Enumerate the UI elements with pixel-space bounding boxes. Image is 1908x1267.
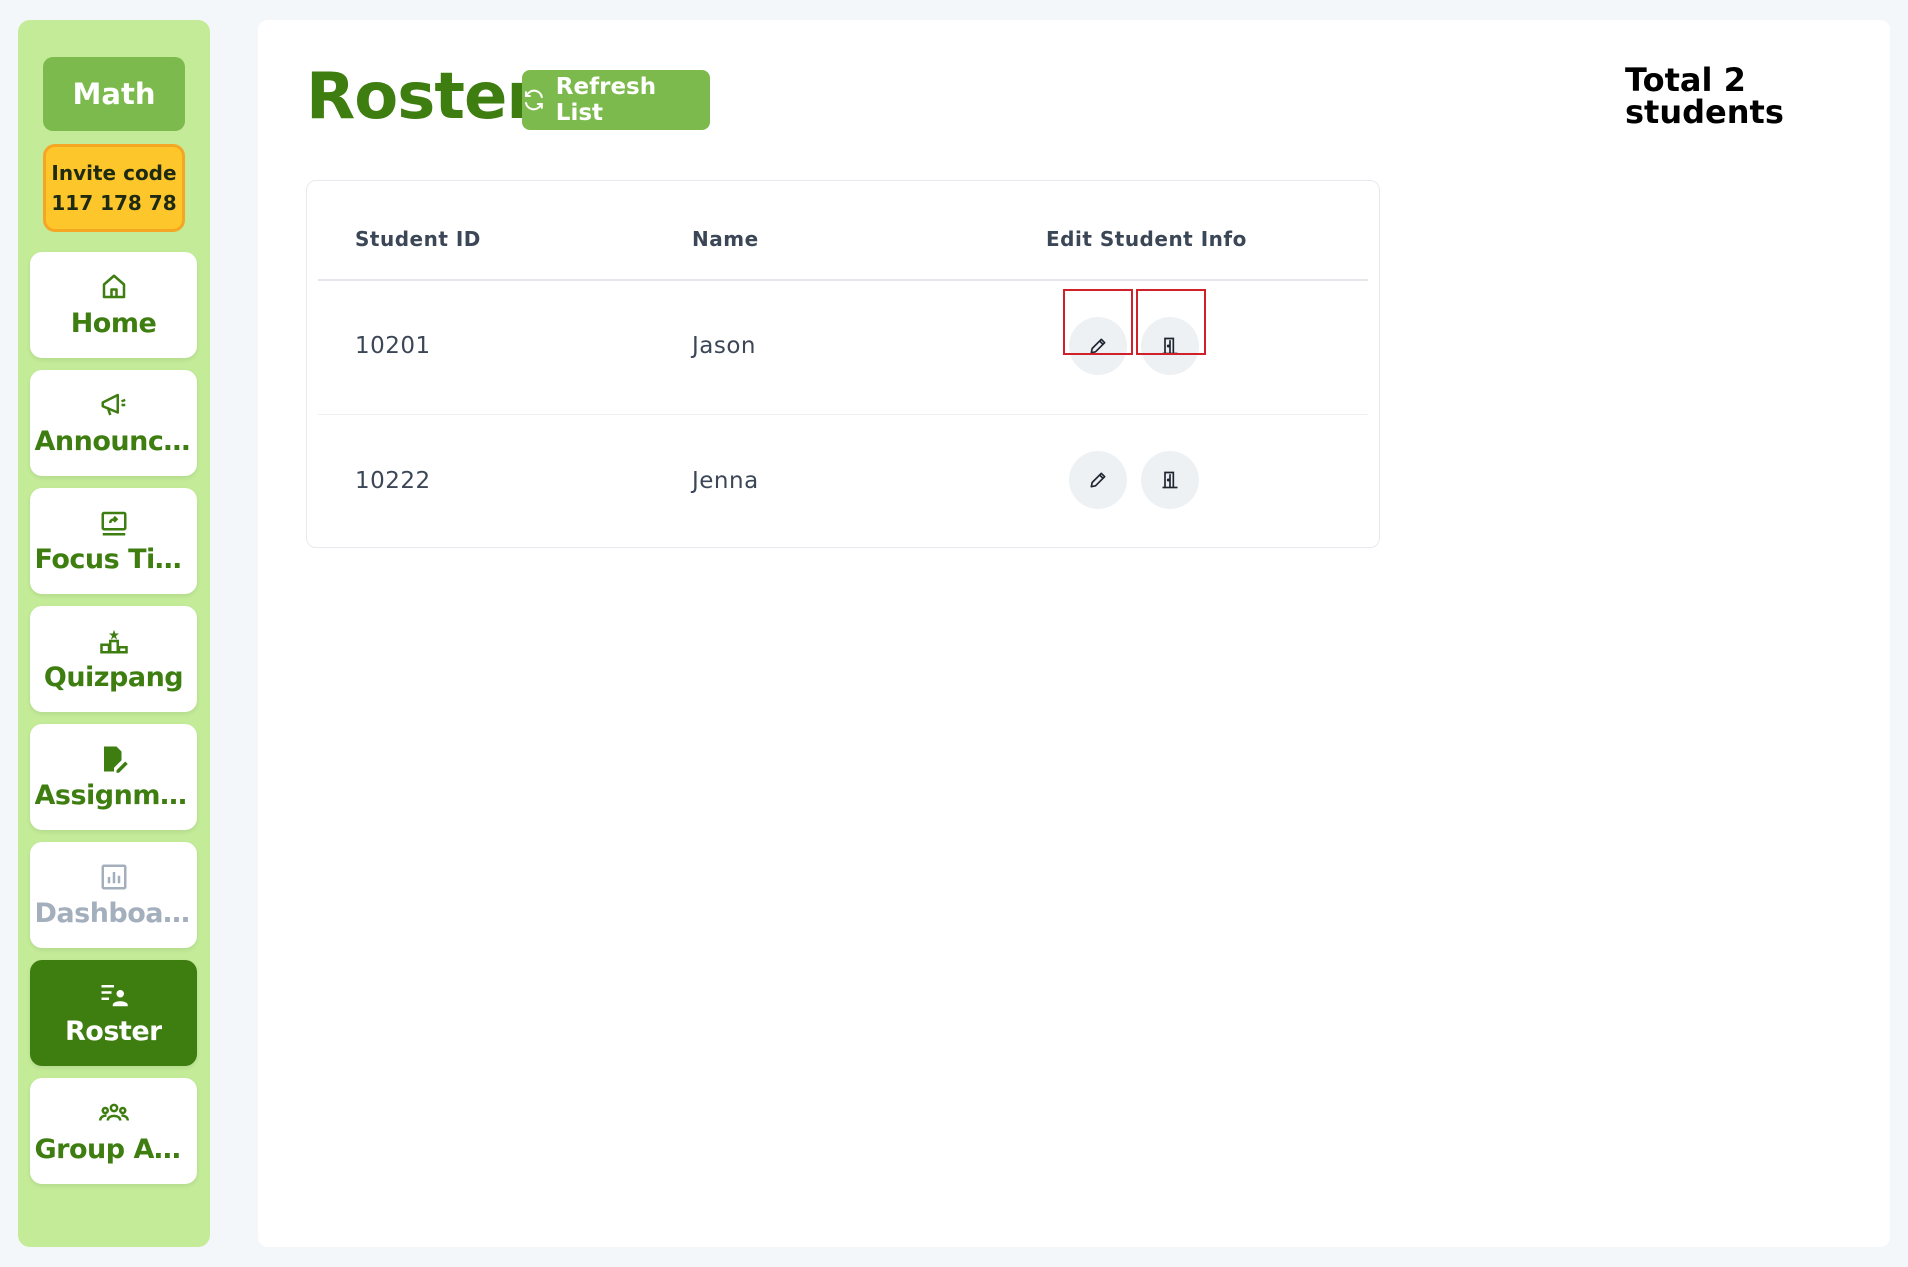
refresh-icon (524, 89, 543, 111)
student-name-cell: Jenna (692, 468, 759, 494)
sidebar-item-roster[interactable]: Roster (30, 960, 197, 1066)
sidebar-item-quizpang[interactable]: Quizpang (30, 606, 197, 712)
refresh-list-label: Refresh List (555, 74, 657, 126)
group-icon (98, 1103, 129, 1121)
sidebar-item-label: Home (70, 307, 157, 339)
sidebar-item-label: Assignments (34, 779, 193, 811)
column-header-student-id: Student ID (355, 227, 481, 251)
sidebar-item-home[interactable]: Home (30, 252, 197, 358)
page-title: Roster (306, 60, 538, 134)
roster-icon (101, 984, 128, 1006)
column-header-name: Name (692, 227, 759, 251)
row-divider (318, 414, 1368, 415)
edit-document-icon (103, 746, 128, 773)
sidebar-item-focus-time[interactable]: Focus Time (30, 488, 197, 594)
sidebar-item-label: Focus Time (34, 543, 193, 575)
student-id-cell: 10222 (355, 468, 431, 494)
column-header-edit-student-info: Edit Student Info (1046, 227, 1247, 251)
main-panel: Roster Refresh List Total 2 students Stu… (258, 20, 1890, 1247)
sidebar-item-group-activities[interactable]: Group Activities (30, 1078, 197, 1184)
sidebar-item-label: Dashboard (34, 897, 193, 929)
invite-code-value: 117 178 78 (51, 191, 177, 215)
bar-chart-icon (101, 864, 126, 889)
total-students-count: Total 2 students (1625, 61, 1784, 131)
invite-code-label: Invite code (51, 161, 177, 185)
highlight-box-remove (1136, 289, 1206, 355)
door-exit-icon (1162, 471, 1178, 489)
roster-table: Student ID Name Edit Student Info 10201 … (306, 180, 1380, 548)
sidebar-item-assignments[interactable]: Assignments (30, 724, 197, 830)
student-id-cell: 10201 (355, 333, 431, 359)
edit-student-button[interactable] (1069, 451, 1127, 509)
refresh-list-button[interactable]: Refresh List (522, 70, 710, 130)
pencil-icon (1090, 472, 1106, 488)
home-icon (102, 274, 125, 298)
class-name-button[interactable]: Math (43, 57, 185, 131)
header-divider (318, 279, 1368, 281)
sidebar: Math Invite code 117 178 78 Home Announc… (18, 20, 210, 1247)
student-name-cell: Jason (692, 333, 757, 359)
sidebar-item-label: Roster (65, 1015, 162, 1047)
remove-student-button[interactable] (1141, 451, 1199, 509)
sidebar-item-label: Announcements (34, 425, 193, 457)
megaphone-icon (101, 393, 126, 415)
screen-share-icon (101, 511, 126, 535)
sidebar-item-dashboard[interactable]: Dashboard (30, 842, 197, 948)
highlight-box-edit (1063, 289, 1133, 355)
invite-code-badge: Invite code 117 178 78 (43, 144, 185, 232)
sidebar-item-label: Quizpang (43, 661, 184, 693)
sidebar-item-label: Group Activities (34, 1133, 193, 1165)
podium-icon (99, 629, 128, 653)
sidebar-item-announcements[interactable]: Announcements (30, 370, 197, 476)
